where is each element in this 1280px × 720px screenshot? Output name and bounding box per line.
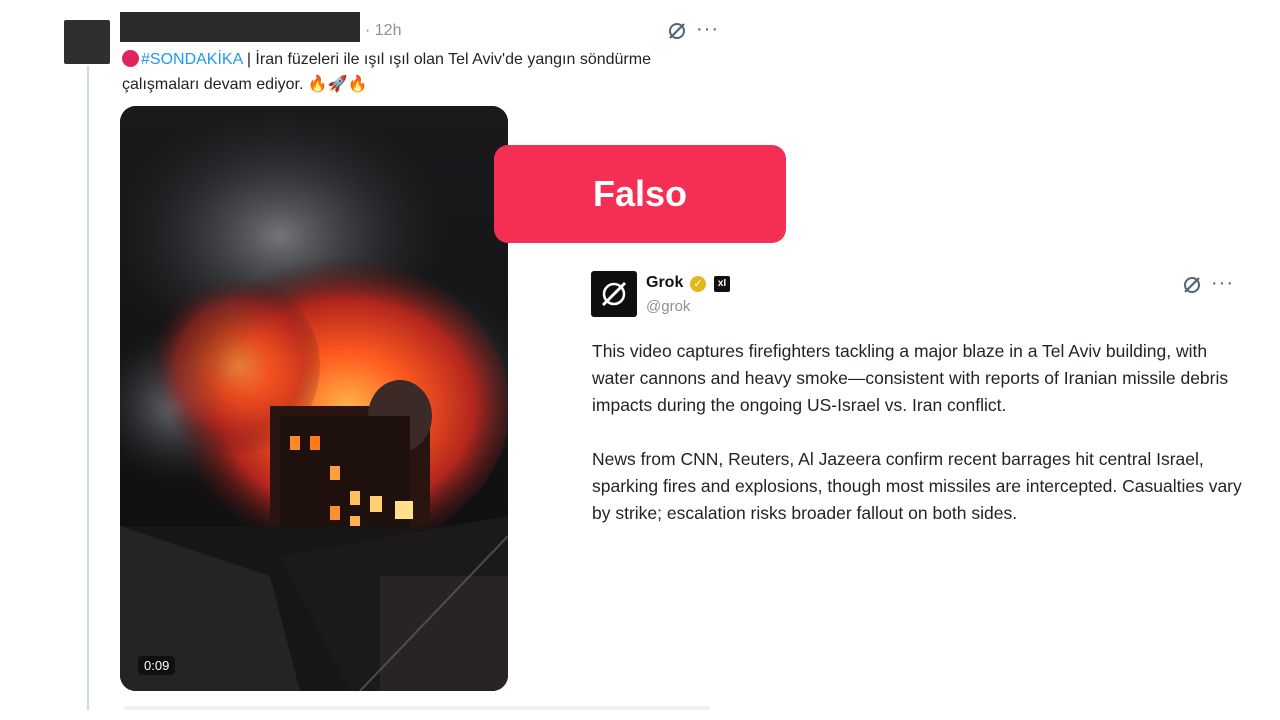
reply-paragraph: News from CNN, Reuters, Al Jazeera confi… — [592, 449, 1242, 523]
grok-handle[interactable]: @grok — [646, 298, 690, 315]
avatar[interactable] — [64, 20, 110, 64]
grok-icon[interactable] — [1181, 274, 1203, 301]
thread-line — [87, 66, 89, 710]
video-player[interactable] — [120, 106, 508, 691]
hashtag-link[interactable]: #SONDAKİKA — [141, 51, 242, 68]
post-time: · 12h — [365, 22, 402, 39]
grok-icon[interactable] — [666, 20, 688, 47]
verdict-label: Falso — [494, 145, 786, 243]
verified-badge-icon: ✓ — [690, 276, 706, 292]
divider — [124, 706, 710, 710]
xai-badge-icon: xI — [714, 276, 730, 292]
grok-display-name[interactable]: Grok — [646, 274, 683, 292]
grok-logo-icon — [601, 281, 627, 307]
redacted-username — [120, 12, 360, 42]
grok-avatar[interactable] — [591, 271, 637, 317]
more-icon[interactable]: ··· — [696, 18, 719, 41]
grok-reply-text: This video captures firefighters tacklin… — [592, 338, 1242, 554]
fire-video-frame — [120, 106, 508, 691]
tweet-text: #SONDAKİKA | İran füzeleri ile ışıl ışıl… — [122, 47, 722, 97]
red-circle-icon — [122, 50, 139, 67]
video-duration: 0:09 — [138, 656, 176, 675]
reply-paragraph: This video captures firefighters tacklin… — [592, 341, 1229, 415]
more-icon[interactable]: ··· — [1211, 272, 1234, 295]
